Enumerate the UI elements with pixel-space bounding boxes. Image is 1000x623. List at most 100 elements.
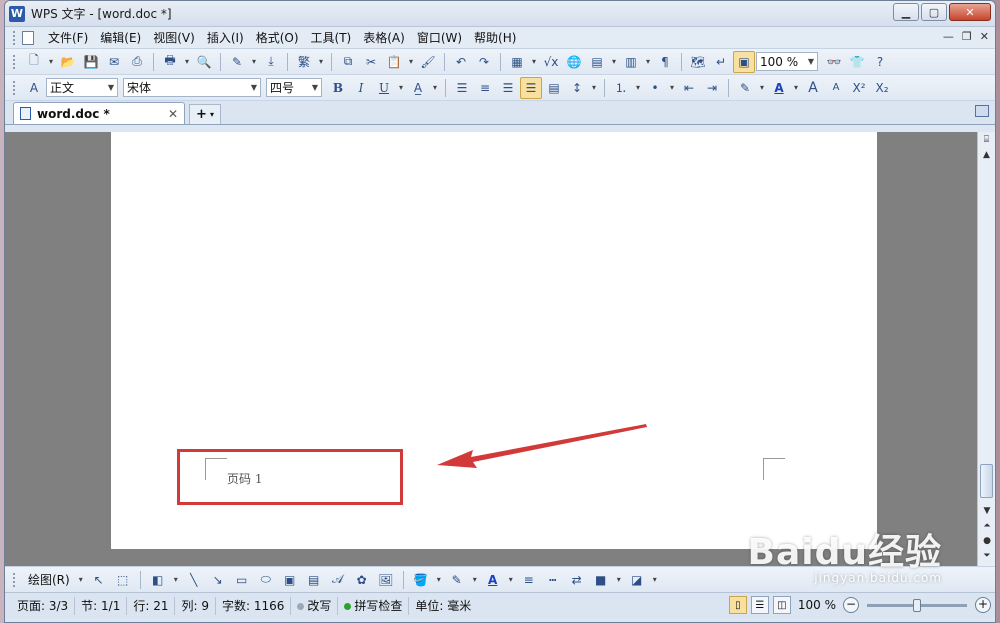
page-view-icon[interactable]: ▯	[728, 596, 747, 614]
clipart-icon[interactable]: ✿	[351, 569, 373, 591]
align-justify-icon[interactable]: ☰	[520, 76, 542, 99]
menu-file[interactable]: 文件(F)	[42, 28, 94, 48]
toolbar-grip-icon[interactable]	[13, 572, 16, 587]
web-view-icon[interactable]: ◫	[772, 596, 791, 614]
select-objects-icon[interactable]: ⬚	[112, 569, 134, 591]
toolbar-grip-icon[interactable]	[13, 54, 16, 69]
drawing-menu-button[interactable]: 绘图(R)	[24, 571, 74, 588]
spell-check-icon[interactable]: ✎	[226, 51, 248, 73]
redo-icon[interactable]: ↷	[473, 51, 495, 73]
superscript-icon[interactable]: X²	[848, 77, 870, 99]
tab-word-doc[interactable]: word.doc * ✕	[13, 102, 185, 124]
formula-icon[interactable]: √x	[540, 51, 562, 73]
table-dropdown-icon[interactable]: ▾	[529, 51, 539, 73]
dash-style-icon[interactable]: ┅	[542, 569, 564, 591]
find-binoculars-icon[interactable]: 👓	[823, 51, 845, 73]
hyperlink-globe-icon[interactable]: 🌐	[563, 51, 585, 73]
italic-icon[interactable]: I	[350, 77, 372, 99]
draw-font-color-icon[interactable]: A	[482, 569, 504, 591]
font-size-combo[interactable]: 四号 ▼	[266, 78, 322, 97]
arrow-style-icon[interactable]: ⇄	[566, 569, 588, 591]
menu-tools[interactable]: 工具(T)	[305, 28, 358, 48]
shrink-font-icon[interactable]: A	[825, 77, 847, 99]
arrow-icon[interactable]: ↘	[207, 569, 229, 591]
traditional-chinese-icon[interactable]: 繁	[293, 51, 315, 73]
line-color-icon[interactable]: ✎	[446, 569, 468, 591]
distributed-align-icon[interactable]: ▤	[543, 77, 565, 99]
bullets-dropdown-icon[interactable]: ▾	[667, 77, 677, 99]
scroll-up-icon[interactable]: ▲	[979, 148, 995, 162]
print-dropdown-icon[interactable]: ▾	[182, 51, 192, 73]
font-dropdown-icon[interactable]: ▼	[251, 83, 257, 92]
maximize-button[interactable]: ▢	[921, 3, 947, 21]
previous-page-icon[interactable]: ⏶	[979, 519, 995, 533]
menu-window[interactable]: 窗口(W)	[411, 28, 468, 48]
zoom-in-button[interactable]: +	[975, 597, 991, 613]
new-document-icon[interactable]: 🗋	[23, 51, 45, 73]
subscript-icon[interactable]: X₂	[871, 77, 893, 99]
ruler-toggle-icon[interactable]: ⌸	[979, 133, 995, 147]
underline-icon[interactable]: U	[373, 77, 395, 99]
draw-font-color-dropdown-icon[interactable]: ▾	[506, 569, 516, 591]
shading-dropdown-icon[interactable]: ▾	[430, 77, 440, 99]
paste-dropdown-icon[interactable]: ▾	[406, 51, 416, 73]
3d-dropdown-icon[interactable]: ▾	[650, 569, 660, 591]
save-icon[interactable]: 💾	[80, 51, 102, 73]
next-page-icon[interactable]: ⏷	[979, 549, 995, 563]
highlight-pen-icon[interactable]: ✎	[734, 77, 756, 99]
shadow-style-icon[interactable]: ■	[590, 569, 612, 591]
print-icon[interactable]: 🖶	[159, 51, 181, 73]
scroll-thumb[interactable]	[980, 464, 993, 498]
columns-icon[interactable]: ▥	[620, 51, 642, 73]
toolbar-grip-icon[interactable]	[13, 30, 16, 45]
line-spacing-dropdown-icon[interactable]: ▾	[589, 77, 599, 99]
status-wordcount[interactable]: 字数: 1166	[216, 596, 292, 615]
open-folder-icon[interactable]: 📂	[57, 51, 79, 73]
doc-restore-icon[interactable]: ❐	[962, 30, 972, 43]
format-painter-icon[interactable]: 🖌	[417, 51, 439, 73]
menu-help[interactable]: 帮助(H)	[468, 28, 522, 48]
print-preview-icon[interactable]: 🔍	[193, 51, 215, 73]
line-spacing-icon[interactable]: ↕	[566, 77, 588, 99]
align-left-icon[interactable]: ☰	[451, 77, 473, 99]
align-right-icon[interactable]: ☰	[497, 77, 519, 99]
autoshapes-icon[interactable]: ◧	[147, 569, 169, 591]
zoom-slider-thumb[interactable]	[913, 598, 921, 612]
3d-style-icon[interactable]: ◪	[626, 569, 648, 591]
font-size-dropdown-icon[interactable]: ▼	[312, 83, 318, 92]
select-pointer-icon[interactable]: ↖	[88, 569, 110, 591]
spell-dropdown-icon[interactable]: ▾	[249, 51, 259, 73]
underline-dropdown-icon[interactable]: ▾	[396, 77, 406, 99]
menu-format[interactable]: 格式(O)	[250, 28, 305, 48]
paragraph-marks-icon[interactable]: ↵	[710, 51, 732, 73]
status-spellcheck[interactable]: 拼写检查	[338, 596, 410, 615]
styles-icon[interactable]: A	[23, 77, 45, 99]
font-color-icon[interactable]: A	[768, 77, 790, 99]
toolbar-grip-icon[interactable]	[13, 80, 16, 95]
insert-picture-icon[interactable]: 🖼	[375, 569, 397, 591]
status-overwrite[interactable]: 改写	[291, 596, 339, 615]
doc-close-icon[interactable]: ✕	[980, 30, 989, 43]
align-center-icon[interactable]: ≡	[474, 77, 496, 99]
menu-edit[interactable]: 编辑(E)	[94, 28, 147, 48]
scroll-down-icon[interactable]: ▼	[979, 504, 995, 518]
document-map-icon[interactable]: 🗺	[687, 51, 709, 73]
send-mail-icon[interactable]: ✉	[103, 51, 125, 73]
insert-table-icon[interactable]: ▦	[506, 51, 528, 73]
rectangle-icon[interactable]: ▭	[231, 569, 253, 591]
ellipse-icon[interactable]: ⬭	[255, 569, 277, 591]
help-icon[interactable]: ?	[869, 51, 891, 73]
style-dropdown-icon[interactable]: ▼	[108, 83, 114, 92]
vertical-textbox-icon[interactable]: ▤	[303, 569, 325, 591]
convert-dropdown-icon[interactable]: ▾	[316, 51, 326, 73]
zoom-combo[interactable]: 100 % ▼	[756, 52, 818, 71]
doc-minimize-icon[interactable]: —	[943, 30, 954, 43]
shadow-dropdown-icon[interactable]: ▾	[614, 569, 624, 591]
textbox-icon[interactable]: ▣	[279, 569, 301, 591]
status-page[interactable]: 页面: 3/3	[11, 596, 76, 615]
menu-table[interactable]: 表格(A)	[357, 28, 411, 48]
zoom-slider[interactable]	[867, 598, 967, 612]
menu-insert[interactable]: 插入(I)	[201, 28, 250, 48]
outline-view-icon[interactable]: ☰	[750, 596, 769, 614]
minimize-button[interactable]: ▁	[893, 3, 919, 21]
